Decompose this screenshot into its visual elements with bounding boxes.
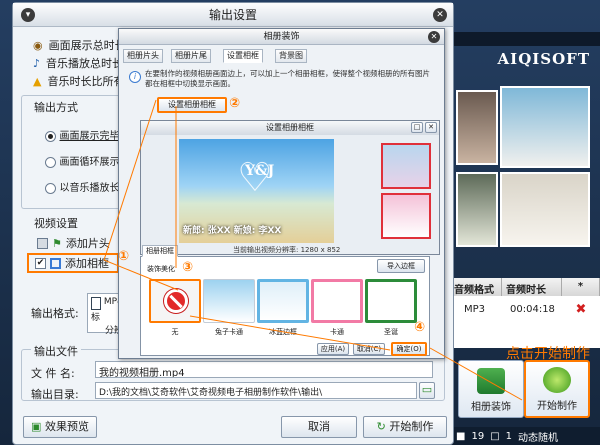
annotation-arrows	[103, 99, 523, 401]
step-3-label: ③	[182, 260, 194, 275]
step-1-label: ①	[118, 249, 130, 264]
step-4-label: ④	[414, 320, 426, 335]
